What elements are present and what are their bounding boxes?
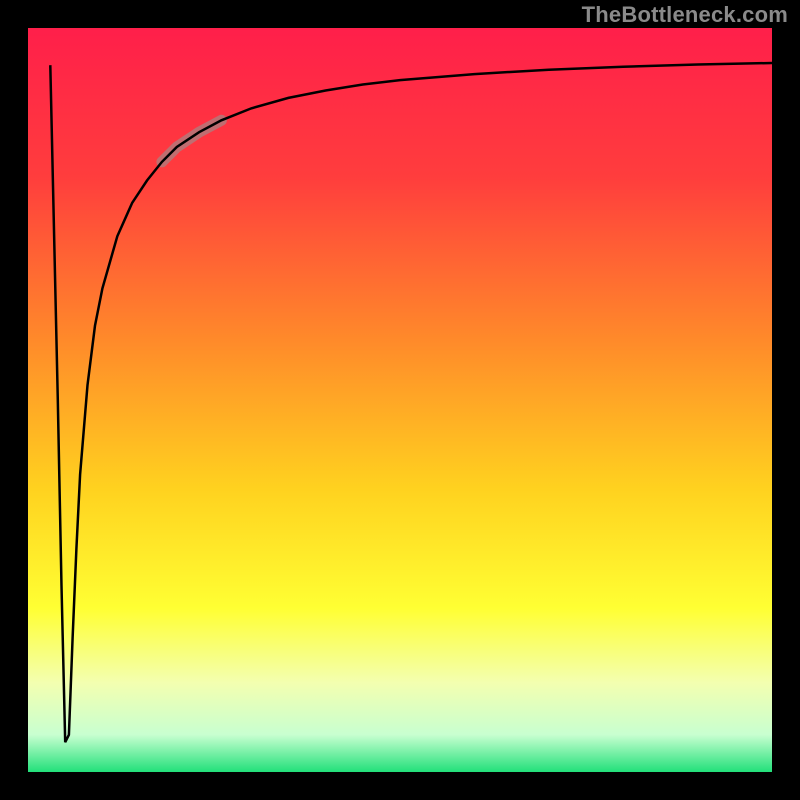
chart-stage: TheBottleneck.com bbox=[0, 0, 800, 800]
bottleneck-chart bbox=[0, 0, 800, 800]
plot-background bbox=[28, 28, 772, 772]
watermark-text: TheBottleneck.com bbox=[582, 2, 788, 28]
